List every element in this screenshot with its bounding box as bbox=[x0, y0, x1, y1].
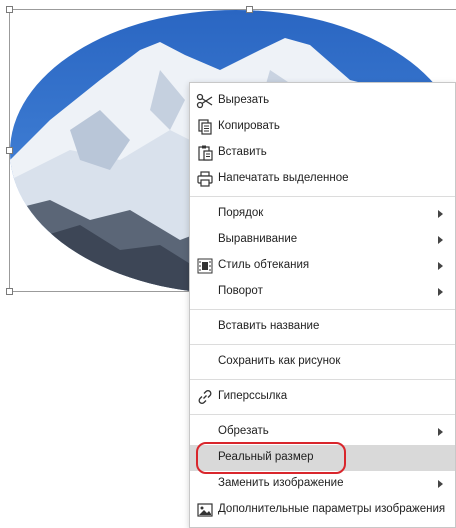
menu-separator bbox=[190, 196, 455, 197]
menu-item-label: Гиперссылка bbox=[218, 390, 288, 402]
menu-item-label: Напечатать выделенное bbox=[218, 172, 349, 184]
menu-item-label: Стиль обтекания bbox=[218, 259, 310, 271]
menu-item-label: Вставить название bbox=[218, 320, 320, 332]
menu-item-wrap-style[interactable]: Стиль обтекания bbox=[190, 253, 455, 279]
submenu-arrow-icon bbox=[438, 262, 443, 270]
resize-handle-top-left[interactable] bbox=[6, 6, 13, 13]
annotation-highlight-ring bbox=[196, 442, 346, 474]
printer-icon bbox=[197, 171, 213, 187]
menu-separator bbox=[190, 344, 455, 345]
menu-separator bbox=[190, 309, 455, 310]
menu-item-rotate[interactable]: Поворот bbox=[190, 279, 455, 305]
menu-separator bbox=[190, 414, 455, 415]
menu-item-label: Копировать bbox=[218, 120, 280, 132]
paste-icon bbox=[198, 145, 213, 161]
submenu-arrow-icon bbox=[438, 236, 443, 244]
menu-item-label: Сохранить как рисунок bbox=[218, 355, 341, 367]
submenu-arrow-icon bbox=[438, 288, 443, 296]
submenu-arrow-icon bbox=[438, 210, 443, 218]
context-menu: Вырезать Копировать Вставить Напечатать … bbox=[189, 82, 456, 528]
menu-item-image-settings[interactable]: Дополнительные параметры изображения bbox=[190, 497, 455, 523]
menu-item-cut[interactable]: Вырезать bbox=[190, 88, 455, 114]
submenu-arrow-icon bbox=[438, 428, 443, 436]
menu-item-save-as-picture[interactable]: Сохранить как рисунок bbox=[190, 349, 455, 375]
menu-item-label: Заменить изображение bbox=[218, 477, 344, 489]
link-icon bbox=[198, 390, 212, 404]
menu-item-label: Дополнительные параметры изображения bbox=[218, 503, 446, 515]
menu-item-insert-caption[interactable]: Вставить название bbox=[190, 314, 455, 340]
menu-item-print-selection[interactable]: Напечатать выделенное bbox=[190, 166, 455, 192]
menu-item-replace-image[interactable]: Заменить изображение bbox=[190, 471, 455, 497]
menu-item-align[interactable]: Выравнивание bbox=[190, 227, 455, 253]
menu-item-hyperlink[interactable]: Гиперссылка bbox=[190, 384, 455, 410]
image-icon bbox=[197, 503, 213, 517]
submenu-arrow-icon bbox=[438, 480, 443, 488]
resize-handle-bottom-left[interactable] bbox=[6, 288, 13, 295]
resize-handle-middle-left[interactable] bbox=[6, 147, 13, 154]
menu-item-copy[interactable]: Копировать bbox=[190, 114, 455, 140]
menu-item-paste[interactable]: Вставить bbox=[190, 140, 455, 166]
menu-item-label: Вставить bbox=[218, 146, 267, 158]
menu-item-label: Вырезать bbox=[218, 94, 270, 106]
menu-item-label: Поворот bbox=[218, 285, 263, 297]
menu-item-label: Порядок bbox=[218, 207, 264, 219]
menu-item-label: Обрезать bbox=[218, 425, 269, 437]
resize-handle-top-middle[interactable] bbox=[246, 6, 253, 13]
text-wrap-icon bbox=[197, 258, 213, 274]
menu-separator bbox=[190, 379, 455, 380]
menu-item-order[interactable]: Порядок bbox=[190, 201, 455, 227]
copy-icon bbox=[198, 119, 212, 135]
menu-item-label: Выравнивание bbox=[218, 233, 298, 245]
scissors-icon bbox=[196, 93, 213, 109]
